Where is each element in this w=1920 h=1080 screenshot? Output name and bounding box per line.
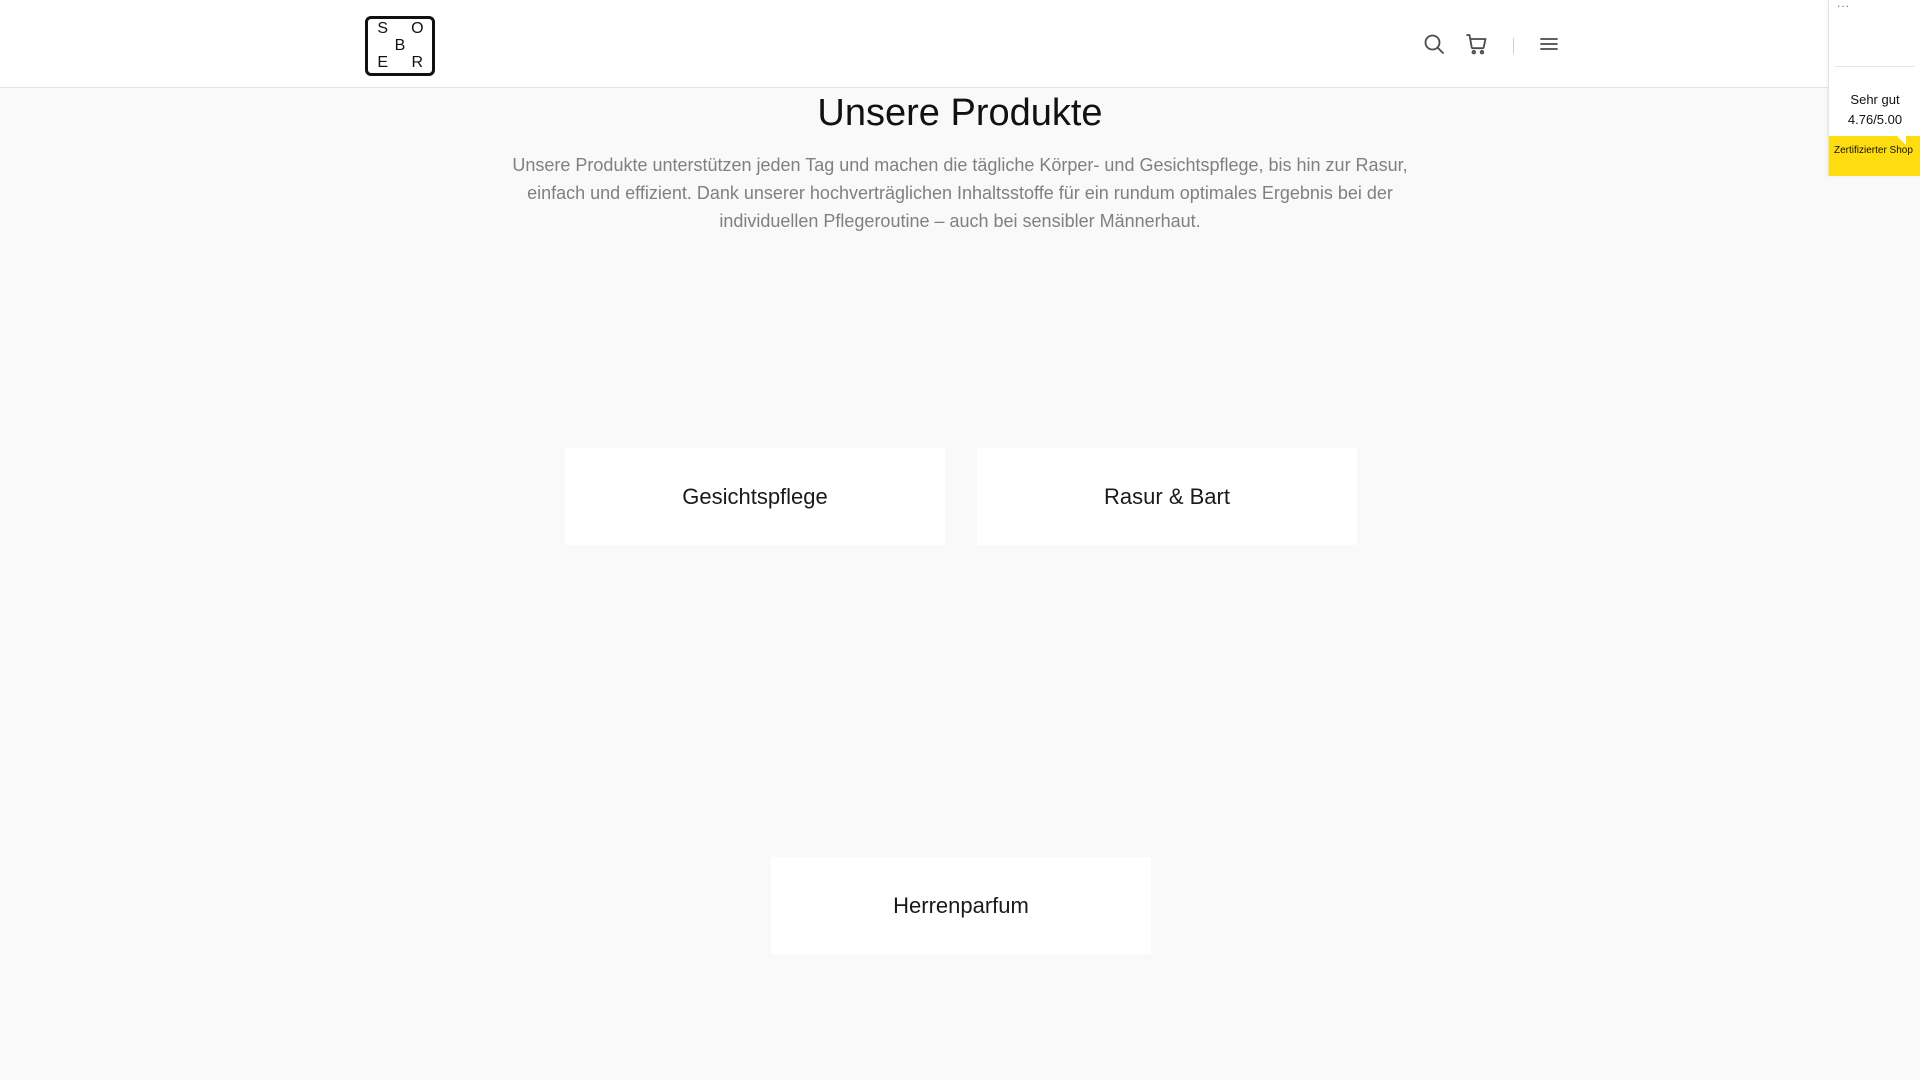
trust-rating-widget[interactable]: ... Sehr gut 4.76/5.00 Zertifizierter Sh… xyxy=(1828,0,1920,176)
more-options-icon[interactable]: ... xyxy=(1837,0,1850,10)
site-logo[interactable]: S O B E R xyxy=(365,16,435,76)
cart-button[interactable] xyxy=(1465,32,1489,56)
badge-notch xyxy=(1897,136,1906,145)
cart-icon xyxy=(1466,34,1487,55)
logo-letter: B xyxy=(394,36,406,54)
hamburger-menu-icon xyxy=(1540,38,1558,50)
logo-letter: O xyxy=(411,20,424,38)
page-intro-text: Unsere Produkte unterstützen jeden Tag u… xyxy=(512,155,1408,231)
header-divider xyxy=(1513,38,1514,54)
page-title: Unsere Produkte xyxy=(817,92,1103,134)
menu-button[interactable] xyxy=(1537,32,1561,56)
rating-divider xyxy=(1835,66,1915,67)
category-card-herrenparfum[interactable]: Herrenparfum xyxy=(771,857,1151,954)
logo-letter: S xyxy=(377,20,388,38)
site-header: S O B E R xyxy=(0,0,1920,88)
logo-letter: E xyxy=(377,53,388,71)
category-card-rasur-bart[interactable]: Rasur & Bart xyxy=(977,448,1357,545)
logo-letter: R xyxy=(411,53,424,71)
search-icon xyxy=(1424,34,1444,54)
certified-shop-badge: Zertifizierter Shop xyxy=(1829,136,1920,176)
search-button[interactable] xyxy=(1422,32,1446,56)
category-card-gesichtspflege[interactable]: Gesichtspflege xyxy=(565,448,945,545)
